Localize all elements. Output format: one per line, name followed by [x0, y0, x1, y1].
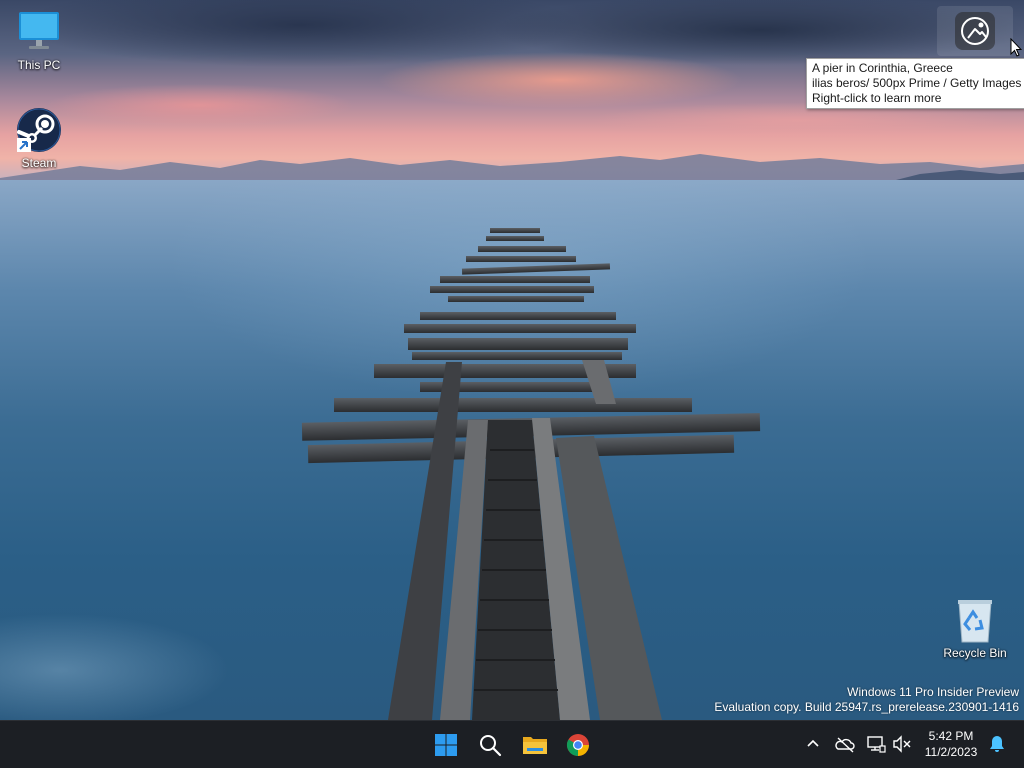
steam-icon [17, 108, 61, 152]
desktop-icon-this-pc[interactable]: This PC [1, 8, 77, 72]
watermark-edition: Windows 11 Pro Insider Preview [847, 685, 1019, 699]
spotlight-button-bg [955, 12, 995, 50]
onedrive-tray-button[interactable] [834, 733, 856, 755]
desktop-icon-label: Steam [21, 156, 57, 170]
show-hidden-icons-button[interactable] [802, 733, 824, 755]
chevron-up-icon [807, 739, 819, 747]
bell-icon [990, 736, 1004, 752]
clock-time: 5:42 PM [928, 729, 974, 743]
desktop-icon-recycle-bin[interactable]: Recycle Bin [937, 596, 1013, 660]
spotlight-icon [961, 17, 989, 45]
clock-date: 11/2/2023 [924, 745, 978, 759]
file-explorer-icon [523, 737, 547, 754]
tooltip-hint: Right-click to learn more [812, 91, 942, 105]
recycle-bin-icon [958, 600, 992, 643]
tooltip-title: A pier in Corinthia, Greece [812, 61, 953, 75]
desktop-screen: This PC Steam Recycle Bin A pier in Cori… [0, 0, 1024, 768]
search-button[interactable] [470, 725, 510, 765]
monitor-icon [19, 12, 59, 49]
desktop-icon-label: Recycle Bin [943, 646, 1007, 660]
taskbar: 5:42 PM 11/2/2023 [0, 720, 1024, 768]
volume-muted-icon [893, 735, 911, 753]
network-tray-button[interactable] [865, 733, 887, 755]
windows-start-icon [435, 734, 457, 756]
mouse-cursor-icon [1010, 38, 1022, 57]
desktop-icon-steam[interactable]: Steam [1, 106, 77, 170]
volume-tray-button[interactable] [891, 733, 913, 755]
search-icon [480, 735, 502, 757]
notification-center-button[interactable] [986, 733, 1008, 755]
spotlight-tooltip: A pier in Corinthia, Greece ilias beros/… [806, 58, 1024, 109]
onedrive-offline-icon [835, 737, 855, 753]
spotlight-learn-more-button[interactable] [937, 6, 1013, 56]
taskbar-clock[interactable]: 5:42 PM 11/2/2023 [916, 728, 986, 760]
watermark-build: Evaluation copy. Build 25947.rs_prerelea… [714, 700, 1019, 714]
network-icon [867, 736, 886, 753]
desktop-icon-label: This PC [17, 58, 61, 72]
chrome-icon [567, 734, 589, 756]
evaluation-watermark: Windows 11 Pro Insider Preview Evaluatio… [714, 685, 1019, 715]
tooltip-credit: ilias beros/ 500px Prime / Getty Images [812, 76, 1022, 90]
file-explorer-button[interactable] [514, 725, 554, 765]
chrome-button[interactable] [558, 725, 598, 765]
start-button[interactable] [426, 725, 466, 765]
